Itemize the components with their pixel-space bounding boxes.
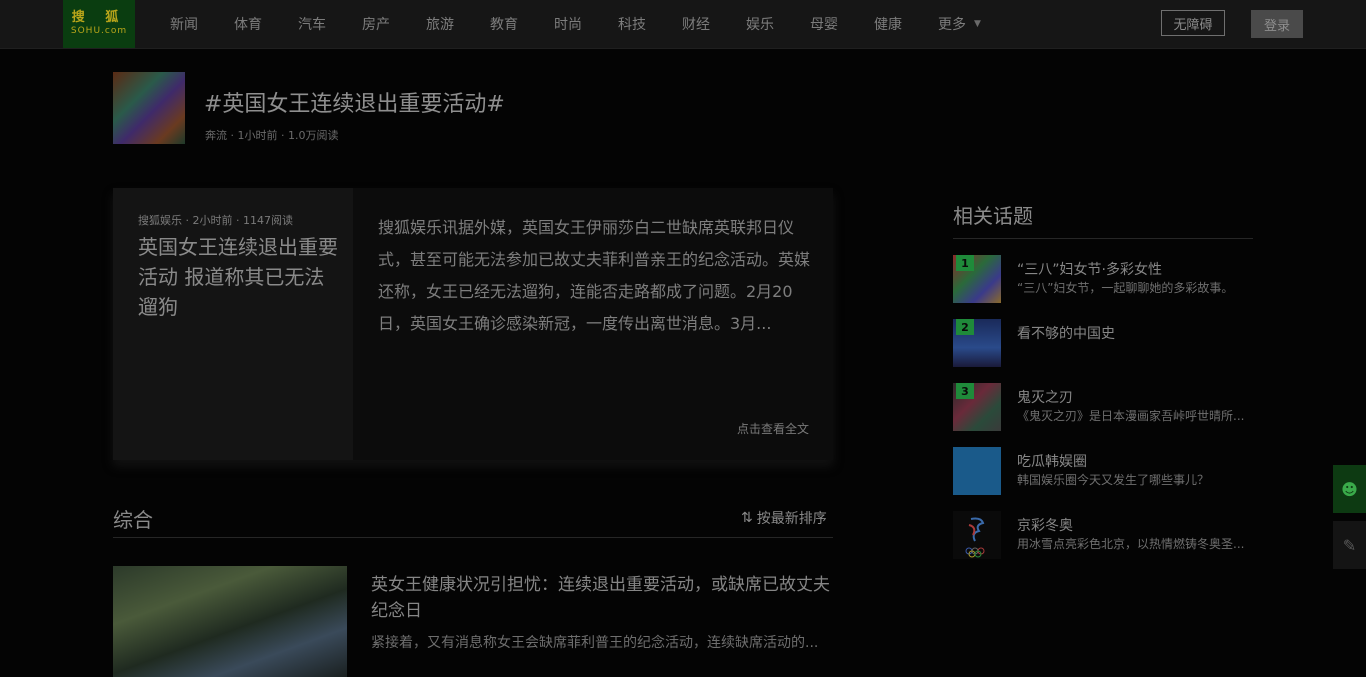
olympic-emblem-icon	[965, 517, 985, 558]
olympic-emblem-thumbnail	[953, 511, 1001, 559]
float-user-button[interactable]: ☻	[1333, 465, 1366, 513]
top-nav-bar: 搜 狐 SOHU.com 新闻 体育 汽车 房产 旅游 教育 时尚 科技 财经 …	[0, 0, 1366, 49]
related-topic-name: 看不够的中国史	[1017, 326, 1115, 342]
nav-item-auto[interactable]: 汽车	[298, 14, 362, 34]
topic-title: #英国女王连续退出重要活动#	[204, 92, 505, 117]
related-topic-desc: 用冰雪点亮彩色北京，以热情燃铸冬奥圣...	[1017, 537, 1245, 551]
nav-item-fashion[interactable]: 时尚	[554, 14, 618, 34]
related-topic-name: “三八”妇女节·多彩女性	[1017, 262, 1162, 278]
article-summary: 紧接着，又有消息称女王会缺席菲利普王的纪念活动，连续缺席活动的...	[371, 635, 819, 651]
edit-icon: ✎	[1342, 535, 1357, 555]
topic-meta: 奔流 · 1小时前 · 1.0万阅读	[205, 129, 339, 142]
related-topic-name: 鬼灭之刃	[1017, 390, 1073, 406]
read-full-link[interactable]: 点击查看全文	[737, 420, 809, 437]
related-topic-desc: 《鬼灭之刃》是日本漫画家吾峠呼世晴所...	[1017, 409, 1245, 423]
logo-subtext: SOHU.com	[70, 26, 128, 36]
user-icon: ☻	[1341, 479, 1358, 499]
related-topic-item[interactable]: 1 “三八”妇女节·多彩女性 “三八”妇女节，一起聊聊她的多彩故事。	[953, 255, 1253, 303]
featured-article-card[interactable]: 搜狐娱乐 · 2小时前 · 1147阅读 英国女王连续退出重要活动 报道称其已无…	[113, 188, 833, 460]
nav-item-parenting[interactable]: 母婴	[810, 14, 874, 34]
nav-more-label: 更多	[938, 17, 966, 33]
nav-item-education[interactable]: 教育	[490, 14, 554, 34]
related-topic-thumbnail	[953, 447, 1001, 495]
featured-article-title[interactable]: 英国女王连续退出重要活动 报道称其已无法遛狗	[138, 232, 338, 322]
nav-item-health[interactable]: 健康	[874, 14, 938, 34]
sohu-logo[interactable]: 搜 狐 SOHU.com	[63, 0, 135, 48]
related-topics-title: 相关话题	[953, 204, 1033, 228]
sort-toggle[interactable]: ⇅ 按最新排序	[741, 508, 827, 528]
rank-badge: 3	[956, 383, 974, 399]
related-topic-item[interactable]: 京彩冬奥 用冰雪点亮彩色北京，以热情燃铸冬奥圣...	[953, 511, 1253, 559]
nav-item-sports[interactable]: 体育	[234, 14, 298, 34]
topic-thumbnail	[113, 72, 185, 144]
article-thumbnail[interactable]	[113, 566, 347, 677]
nav-item-entertainment[interactable]: 娱乐	[746, 14, 810, 34]
channel-nav: 新闻 体育 汽车 房产 旅游 教育 时尚 科技 财经 娱乐 母婴 健康 更多 ▼	[170, 0, 981, 48]
nav-item-house[interactable]: 房产	[362, 14, 426, 34]
rank-badge: 1	[956, 255, 974, 271]
featured-article-left: 搜狐娱乐 · 2小时前 · 1147阅读 英国女王连续退出重要活动 报道称其已无…	[113, 188, 353, 460]
nav-item-finance[interactable]: 财经	[682, 14, 746, 34]
accessibility-button[interactable]: 无障碍	[1161, 10, 1225, 36]
section-divider	[113, 537, 833, 538]
rank-badge: 2	[956, 319, 974, 335]
nav-item-travel[interactable]: 旅游	[426, 14, 490, 34]
login-button[interactable]: 登录	[1251, 10, 1303, 38]
sort-label: 按最新排序	[756, 511, 827, 527]
float-edit-button[interactable]: ✎	[1333, 521, 1366, 569]
related-topic-name: 吃瓜韩娱圈	[1017, 454, 1087, 470]
article-title[interactable]: 英女王健康状况引担忧：连续退出重要活动，或缺席已故丈夫纪念日	[371, 572, 831, 624]
related-topic-item[interactable]: 2 看不够的中国史	[953, 319, 1253, 367]
logo-text: 搜 狐	[71, 10, 127, 25]
nav-more[interactable]: 更多 ▼	[938, 14, 981, 34]
nav-item-news[interactable]: 新闻	[170, 14, 234, 34]
related-topic-item[interactable]: 3 鬼灭之刃 《鬼灭之刃》是日本漫画家吾峠呼世晴所...	[953, 383, 1253, 431]
sort-arrows-icon: ⇅	[741, 510, 753, 526]
chevron-down-icon: ▼	[974, 19, 981, 29]
related-topic-desc: “三八”妇女节，一起聊聊她的多彩故事。	[1017, 281, 1234, 295]
related-divider	[953, 238, 1253, 239]
featured-article-meta: 搜狐娱乐 · 2小时前 · 1147阅读	[138, 214, 293, 227]
related-topic-desc: 韩国娱乐圈今天又发生了哪些事儿？	[1017, 473, 1210, 487]
nav-item-tech[interactable]: 科技	[618, 14, 682, 34]
featured-article-body: 搜狐娱乐讯据外媒，英国女王伊丽莎白二世缺席英联邦日仪式，甚至可能无法参加已故丈夫…	[378, 218, 811, 333]
related-topic-item[interactable]: 吃瓜韩娱圈 韩国娱乐圈今天又发生了哪些事儿？	[953, 447, 1253, 495]
section-title: 综合	[113, 508, 153, 532]
related-topic-name: 京彩冬奥	[1017, 518, 1073, 534]
